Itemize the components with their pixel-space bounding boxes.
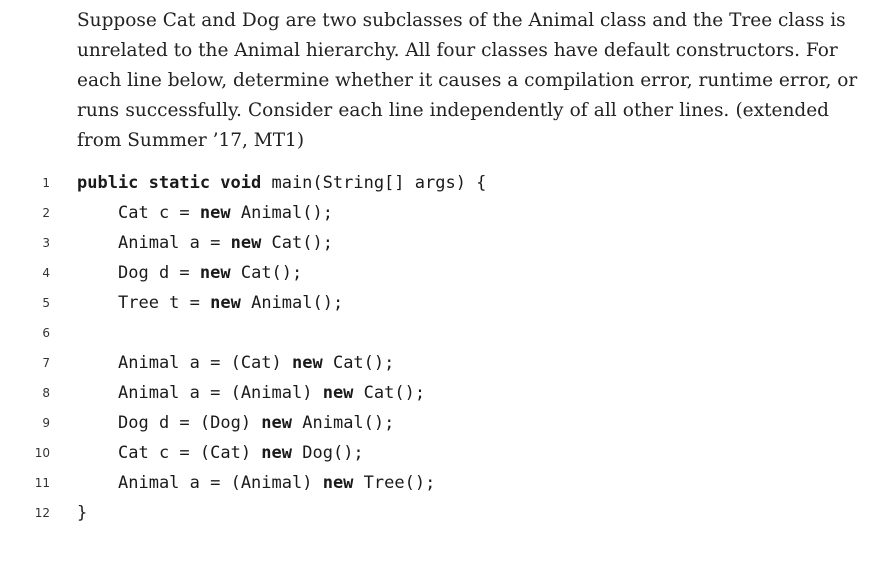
code-token: Animal a = (Animal) [118, 473, 323, 493]
code-token: Cat c = (Cat) [118, 443, 262, 463]
code-line: 10 Cat c = (Cat) new Dog(); [0, 438, 870, 468]
code-token: main(String[] args) { [261, 173, 487, 193]
code-line: 6 [0, 318, 870, 348]
code-token: Cat(); [353, 383, 426, 403]
code-keyword: new [322, 473, 354, 493]
line-number: 3 [42, 236, 50, 250]
code-token: Animal(); [240, 293, 344, 313]
code-token: Tree t = [118, 293, 211, 313]
code-text: } [77, 498, 87, 528]
code-keyword: new [261, 413, 293, 433]
code-keyword: public static void [77, 173, 262, 193]
code-line: 3 Animal a = new Cat(); [0, 228, 870, 258]
code-token: Cat(); [230, 263, 303, 283]
line-number: 8 [42, 386, 50, 400]
line-number: 12 [34, 506, 50, 520]
line-number: 9 [42, 416, 50, 430]
code-token: Cat(); [322, 353, 395, 373]
code-line: 12} [0, 498, 870, 528]
code-line: 5 Tree t = new Animal(); [0, 288, 870, 318]
code-listing: 1 public static void main(String[] args) … [0, 168, 870, 528]
code-keyword: new [199, 203, 231, 223]
code-line: 4 Dog d = new Cat(); [0, 258, 870, 288]
line-number: 5 [42, 296, 50, 310]
paragraph-line: each line below, determine whether it ca… [77, 70, 858, 91]
code-keyword: new [210, 293, 241, 313]
line-number: 10 [34, 446, 50, 460]
code-token: Animal(); [292, 413, 395, 433]
line-number: 7 [42, 356, 50, 370]
code-text: Tree t = new Animal(); [118, 288, 343, 318]
code-text: public static void main(String[] args) { [77, 168, 486, 198]
code-token: Cat c = [118, 203, 200, 223]
paragraph-line: unrelated to the Animal hierarchy. All f… [77, 40, 838, 61]
line-number: 6 [42, 326, 50, 340]
code-keyword: new [322, 383, 354, 403]
code-text: Animal a = (Animal) new Tree(); [118, 468, 435, 498]
code-token: Dog d = (Dog) [118, 413, 262, 433]
code-token: Animal a = (Cat) [118, 353, 292, 373]
code-line: 8 Animal a = (Animal) new Cat(); [0, 378, 870, 408]
code-text: Animal a = (Animal) new Cat(); [118, 378, 425, 408]
code-keyword: new [292, 353, 323, 373]
code-token: Animal a = (Animal) [118, 383, 323, 403]
code-keyword: new [199, 263, 231, 283]
code-token: Animal a = [118, 233, 231, 253]
code-line: 11 Animal a = (Animal) new Tree(); [0, 468, 870, 498]
code-token: } [77, 503, 88, 523]
code-line: 7 Animal a = (Cat) new Cat(); [0, 348, 870, 378]
line-number: 2 [42, 206, 50, 220]
paragraph-line: Suppose Cat and Dog are two subclasses o… [77, 10, 846, 31]
paragraph-line: from Summer ’17, MT1) [77, 130, 305, 151]
line-number: 1 [42, 176, 50, 190]
code-text: Animal a = (Cat) new Cat(); [118, 348, 394, 378]
code-text: Dog d = new Cat(); [118, 258, 302, 288]
code-text: Cat c = (Cat) new Dog(); [118, 438, 364, 468]
question-paragraph: Suppose Cat and Dog are two subclasses o… [77, 6, 858, 156]
code-text: Cat c = new Animal(); [118, 198, 333, 228]
code-line: 1 public static void main(String[] args) … [0, 168, 870, 198]
code-text: Dog d = (Dog) new Animal(); [118, 408, 394, 438]
code-token: Dog d = [118, 263, 200, 283]
line-number: 11 [34, 476, 50, 490]
code-token: Dog(); [292, 443, 364, 463]
code-token: Cat(); [261, 233, 333, 253]
code-line: 9 Dog d = (Dog) new Animal(); [0, 408, 870, 438]
line-number: 4 [42, 266, 50, 280]
code-text: Animal a = new Cat(); [118, 228, 333, 258]
paragraph-line: runs successfully. Consider each line in… [77, 100, 829, 121]
code-keyword: new [261, 443, 293, 463]
code-token: Animal(); [230, 203, 333, 223]
code-keyword: new [230, 233, 262, 253]
document-page: Suppose Cat and Dog are two subclasses o… [0, 0, 870, 571]
code-line: 2 Cat c = new Animal(); [0, 198, 870, 228]
code-token: Tree(); [353, 473, 436, 493]
